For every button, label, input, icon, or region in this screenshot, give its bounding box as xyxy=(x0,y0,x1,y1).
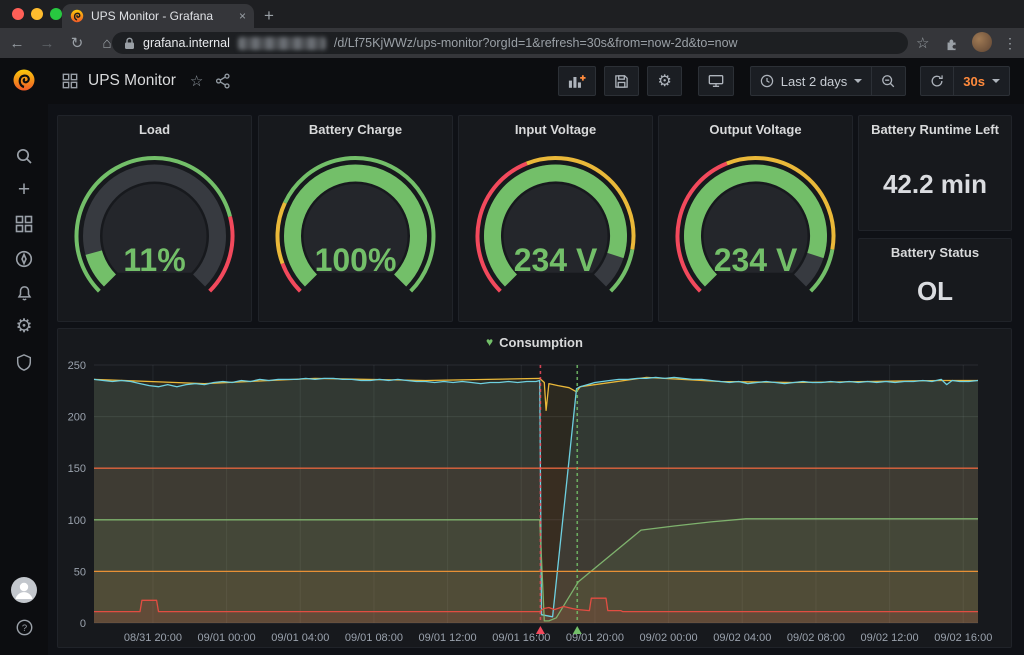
svg-text:0: 0 xyxy=(80,618,86,630)
panel-title[interactable]: Battery Status xyxy=(859,239,1011,265)
grafana-favicon xyxy=(70,9,84,23)
window-minimize-button[interactable] xyxy=(31,8,43,20)
stat-value: OL xyxy=(859,265,1011,317)
user-avatar[interactable] xyxy=(0,576,48,604)
dashboard-settings-button[interactable]: ⚙ xyxy=(647,66,681,96)
refresh-interval-picker[interactable]: 30s xyxy=(953,66,1010,96)
url-host: grafana.internal xyxy=(143,36,230,50)
svg-text:09/01 00:00: 09/01 00:00 xyxy=(198,632,256,644)
dashboards-icon[interactable] xyxy=(0,215,48,233)
svg-text:234 V: 234 V xyxy=(514,242,598,278)
panel-title[interactable]: Battery Runtime Left xyxy=(859,116,1011,142)
back-icon[interactable]: ← xyxy=(4,35,30,52)
consumption-chart: 0 50 100 150 200 250 08/31 20:00 09/01 00:00 09/… xyxy=(58,355,1011,647)
help-icon[interactable]: ? xyxy=(0,618,48,637)
dashboard-title: UPS Monitor xyxy=(88,72,176,90)
add-panel-button[interactable] xyxy=(558,66,596,96)
reload-icon[interactable]: ↻ xyxy=(64,34,90,52)
extensions-icon[interactable] xyxy=(944,32,960,54)
chevron-down-icon xyxy=(854,79,862,83)
svg-text:09/02 00:00: 09/02 00:00 xyxy=(640,632,698,644)
svg-text:?: ? xyxy=(21,623,26,634)
search-icon[interactable] xyxy=(0,146,48,166)
grafana-logo[interactable] xyxy=(0,68,48,92)
save-dashboard-button[interactable] xyxy=(604,66,639,96)
server-admin-shield-icon[interactable] xyxy=(0,353,48,372)
chevron-down-icon xyxy=(992,79,1000,83)
panel-title[interactable]: ♥ Consumption xyxy=(58,329,1011,355)
panel-input-voltage: Input Voltage 234 V xyxy=(458,115,653,322)
new-tab-button[interactable]: + xyxy=(264,5,274,27)
svg-text:11%: 11% xyxy=(123,242,185,278)
window-close-button[interactable] xyxy=(12,8,24,20)
panel-load: Load 11% xyxy=(57,115,252,322)
dashboard-grid-icon[interactable] xyxy=(62,73,78,89)
panel-title[interactable]: Load xyxy=(58,116,251,142)
grafana-sidebar: + ⚙ xyxy=(0,58,48,655)
time-range-picker[interactable]: Last 2 days xyxy=(750,66,873,96)
address-bar[interactable]: grafana.internal /d/Lf75KjWWz/ups-monito… xyxy=(112,32,908,54)
svg-text:200: 200 xyxy=(68,412,86,424)
alert-ok-heart-icon: ♥ xyxy=(486,335,493,349)
tab-bar: UPS Monitor - Grafana × + xyxy=(0,0,1024,28)
svg-text:08/31 20:00: 08/31 20:00 xyxy=(124,632,182,644)
panel-title[interactable]: Input Voltage xyxy=(459,116,652,142)
browser-menu-icon[interactable]: ⋮ xyxy=(1003,32,1017,54)
svg-text:100%: 100% xyxy=(315,242,397,278)
tab-close-icon[interactable]: × xyxy=(239,10,246,22)
forward-icon[interactable]: → xyxy=(34,35,60,52)
panel-battery-status: Battery Status OL xyxy=(858,238,1012,322)
share-icon[interactable] xyxy=(215,73,231,89)
configuration-gear-icon[interactable]: ⚙ xyxy=(0,317,48,337)
input-voltage-gauge: 234 V xyxy=(459,142,652,318)
load-gauge: 11% xyxy=(58,142,251,318)
dashboard-header: UPS Monitor ☆ ⚙ Last 2 d xyxy=(48,58,1024,104)
favorite-star-icon[interactable]: ☆ xyxy=(190,72,203,90)
panel-title[interactable]: Battery Charge xyxy=(259,116,452,142)
svg-text:09/01 12:00: 09/01 12:00 xyxy=(419,632,477,644)
svg-text:09/02 12:00: 09/02 12:00 xyxy=(861,632,919,644)
explore-compass-icon[interactable] xyxy=(0,249,48,269)
svg-text:150: 150 xyxy=(68,463,86,475)
panel-output-voltage: Output Voltage 234 V xyxy=(658,115,853,322)
svg-text:250: 250 xyxy=(68,360,86,372)
refresh-interval-label: 30s xyxy=(963,74,985,89)
url-path: /d/Lf75KjWWz/ups-monitor?orgId=1&refresh… xyxy=(334,36,738,50)
refresh-button[interactable] xyxy=(920,66,954,96)
svg-text:09/02 08:00: 09/02 08:00 xyxy=(787,632,845,644)
profile-avatar[interactable] xyxy=(972,32,992,52)
alerting-bell-icon[interactable] xyxy=(0,284,48,303)
panel-title[interactable]: Output Voltage xyxy=(659,116,852,142)
dashboard-content: Load 11% Battery Charge 100% Input Volta… xyxy=(48,104,1024,655)
panel-battery-runtime: Battery Runtime Left 42.2 min xyxy=(858,115,1012,231)
browser-tab[interactable]: UPS Monitor - Grafana × xyxy=(62,4,254,28)
svg-text:09/01 04:00: 09/01 04:00 xyxy=(271,632,329,644)
time-range-label: Last 2 days xyxy=(781,74,848,89)
svg-text:234 V: 234 V xyxy=(714,242,798,278)
battery-charge-gauge: 100% xyxy=(259,142,452,318)
zoom-out-time-button[interactable] xyxy=(871,66,906,96)
svg-text:50: 50 xyxy=(74,566,86,578)
tab-title: UPS Monitor - Grafana xyxy=(91,9,232,23)
browser-toolbar: ← → ↻ ⌂ grafana.internal /d/Lf75KjWWz/up… xyxy=(0,28,1024,58)
panel-battery-charge: Battery Charge 100% xyxy=(258,115,453,322)
browser-window: UPS Monitor - Grafana × + ← → ↻ ⌂ grafan… xyxy=(0,0,1024,655)
svg-text:100: 100 xyxy=(68,515,86,527)
svg-text:09/01 08:00: 09/01 08:00 xyxy=(345,632,403,644)
lock-icon[interactable] xyxy=(124,37,135,50)
create-icon[interactable]: + xyxy=(0,180,48,200)
panel-consumption: ♥ Consumption 0 50 100 150 200 250 08/31 20:00… xyxy=(57,328,1012,648)
url-redacted-segment xyxy=(238,37,326,50)
bookmark-star-icon[interactable]: ☆ xyxy=(916,32,929,54)
stat-value: 42.2 min xyxy=(859,142,1011,226)
panel-title-text: Consumption xyxy=(499,335,583,350)
svg-text:09/02 04:00: 09/02 04:00 xyxy=(713,632,771,644)
svg-text:09/02 16:00: 09/02 16:00 xyxy=(934,632,992,644)
window-zoom-button[interactable] xyxy=(50,8,62,20)
output-voltage-gauge: 234 V xyxy=(659,142,852,318)
cycle-view-mode-button[interactable] xyxy=(698,66,734,96)
